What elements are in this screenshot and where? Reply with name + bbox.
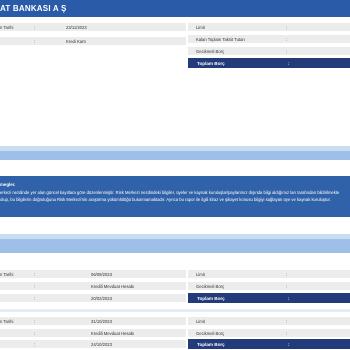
row-label: Gecikmeli Borç [196, 48, 225, 54]
row-colon: : [286, 24, 288, 30]
section2-left-row-3: : 20/02/2023 [0, 294, 186, 302]
total-colon: : [288, 60, 290, 66]
section2-total-bar: Toplam Borç : [188, 293, 350, 303]
total-colon: : [288, 341, 290, 347]
row-colon: : [286, 283, 288, 289]
row-value: Kredili Mevduat Hesabı [91, 283, 135, 289]
total-label: Toplam Borç [197, 60, 225, 66]
section3-left-row-3: : 24/10/2023 [0, 340, 186, 348]
row-value: 24/10/2023 [91, 341, 112, 347]
section-band [0, 151, 350, 160]
row-value: 23/11/2023 [66, 24, 87, 30]
total-label: Toplam Borç [197, 341, 225, 347]
row-colon: : [34, 295, 36, 301]
row-value: Kredili Mevduat Hesabı [91, 330, 135, 336]
row-colon: : [34, 271, 36, 277]
section1-right-row-3: Gecikmeli Borç : [188, 47, 350, 55]
notice-box: megler. erkezi nezdinde yer alan güncel … [0, 176, 350, 217]
row-colon: : [34, 318, 36, 324]
row-label: n Tarihi [0, 271, 14, 277]
row-label: n Tarihi [0, 24, 14, 30]
section2-left-row-2: : Kredili Mevduat Hesabı [0, 282, 186, 290]
row-label: Limit [196, 271, 205, 277]
row-colon: : [34, 330, 36, 336]
row-colon: : [34, 283, 36, 289]
row-colon: : [34, 341, 36, 347]
row-value: 31/10/2023 [91, 318, 112, 324]
bank-header: AT BANKASI A Ş [0, 0, 350, 17]
row-value: 20/02/2023 [91, 295, 112, 301]
row-colon: : [286, 48, 288, 54]
notice-text: erkezi nezdinde yer alan güncel kayıtlar… [0, 190, 340, 202]
section1-total-bar: Toplam Borç : [188, 58, 350, 68]
row-colon: : [286, 36, 288, 42]
section1-right-row-1: Limit : [188, 23, 350, 31]
row-label: n Tarihi [0, 318, 14, 324]
section2-right-row-2: Gecikmeli Borç : [188, 282, 350, 290]
row-label: Gecikmeli Borç [196, 283, 225, 289]
bank-name: AT BANKASI A Ş [0, 4, 67, 13]
section2-left-row-1: n Tarihi : 06/09/2023 [0, 270, 186, 278]
row-colon: : [34, 24, 36, 30]
total-colon: : [288, 295, 290, 301]
section3-right-row-1: Limit : [188, 317, 350, 325]
separator-strip-3 [0, 309, 350, 312]
row-label: Limit [196, 24, 205, 30]
row-label: Limit [196, 318, 205, 324]
row-colon: : [286, 271, 288, 277]
row-label: Gecikmeli Borç [196, 330, 225, 336]
section2-right-row-1: Limit : [188, 270, 350, 278]
section3-right-row-2: Gecikmeli Borç : [188, 329, 350, 337]
row-colon: : [286, 330, 288, 336]
total-label: Toplam Borç [197, 295, 225, 301]
section3-left-row-1: n Tarihi : 31/10/2023 [0, 317, 186, 325]
row-value: Kredi Kartı [66, 38, 86, 44]
section1-left-row-2: : Kredi Kartı [0, 37, 186, 45]
section3-left-row-2: : Kredili Mevduat Hesabı [0, 329, 186, 337]
section1-right-row-2: Kalan Toplam Taksit Tutarı : [188, 35, 350, 43]
row-colon: : [286, 318, 288, 324]
row-colon: : [34, 38, 36, 44]
notice-title: megler. [0, 182, 16, 187]
row-label: Kalan Toplam Taksit Tutarı [196, 36, 245, 42]
section3-total-bar: Toplam Borç : [188, 339, 350, 349]
row-value: 06/09/2023 [91, 271, 112, 277]
section-band-2 [0, 239, 350, 253]
section1-left-row-1: n Tarihi : 23/11/2023 [0, 23, 186, 31]
